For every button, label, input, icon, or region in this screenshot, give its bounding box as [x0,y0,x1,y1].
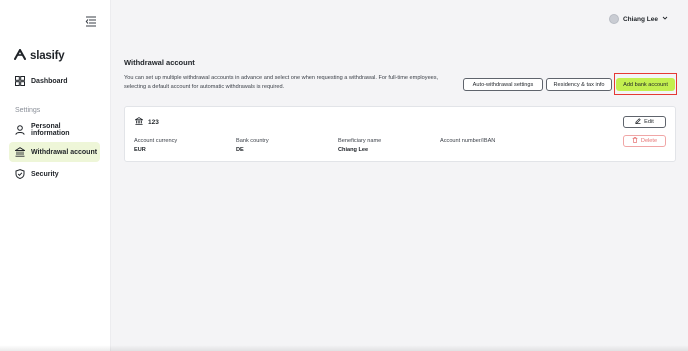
field-value: EUR [134,147,146,153]
sidebar-item-label: Personal information [31,123,70,137]
delete-button[interactable]: Delete [623,135,666,147]
field-label: Account currency [134,138,178,144]
bank-country-field: Bank country DE [236,138,269,153]
sidebar: slasify Dashboard Settings Personal info… [0,0,111,351]
bank-icon [15,147,25,157]
user-menu[interactable]: Chiang Lee [608,14,668,24]
sidebar-item-withdrawal-account[interactable]: Withdrawal account [9,142,100,162]
bank-icon [134,117,144,127]
account-card: 123 Account currency EUR Bank country DE… [124,106,676,162]
trash-icon [632,137,638,145]
account-card-header: 123 [134,117,159,127]
settings-section-label: Settings [15,107,41,114]
edit-label: Edit [644,119,654,125]
avatar [608,14,619,24]
chevron-down-icon [662,15,668,23]
user-name: Chiang Lee [622,15,658,23]
brand-logo[interactable]: slasify [14,47,65,65]
edit-button[interactable]: Edit [623,116,666,128]
account-currency-field: Account currency EUR [134,138,177,153]
sidebar-item-label: Dashboard [31,77,68,85]
field-label: Beneficiary name [338,138,382,144]
sidebar-item-dashboard[interactable]: Dashboard [9,71,100,91]
field-value: Chiang Lee [338,147,369,153]
brand-name: slasify [30,50,65,62]
page-title: Withdrawal account [124,58,195,67]
shield-icon [15,169,25,179]
field-label: Bank country [236,138,269,144]
sidebar-item-label: Security [31,170,59,178]
field-value: DE [236,147,244,153]
beneficiary-name-field: Beneficiary name Chiang Lee [338,138,381,153]
user-icon [15,125,25,135]
sidebar-item-personal-information[interactable]: Personal information [9,120,100,140]
account-name: 123 [148,118,159,126]
auto-withdrawal-settings-button[interactable]: Auto-withdrawal settings [463,78,543,91]
account-number-field: Account number/IBAN [440,138,495,147]
sidebar-item-security[interactable]: Security [9,164,100,184]
page-description: You can set up multiple withdrawal accou… [124,75,439,90]
pencil-icon [635,118,641,126]
residency-tax-info-button[interactable]: Residency & tax info [546,78,612,91]
field-label: Account number/IBAN [440,138,496,144]
sidebar-item-label: Withdrawal account [31,148,98,156]
delete-label: Delete [640,138,658,144]
collapse-sidebar-icon[interactable] [85,14,97,27]
dashboard-icon [15,76,25,86]
add-bank-account-button[interactable]: Add bank account [616,78,675,91]
slasify-logo-icon [14,47,26,65]
